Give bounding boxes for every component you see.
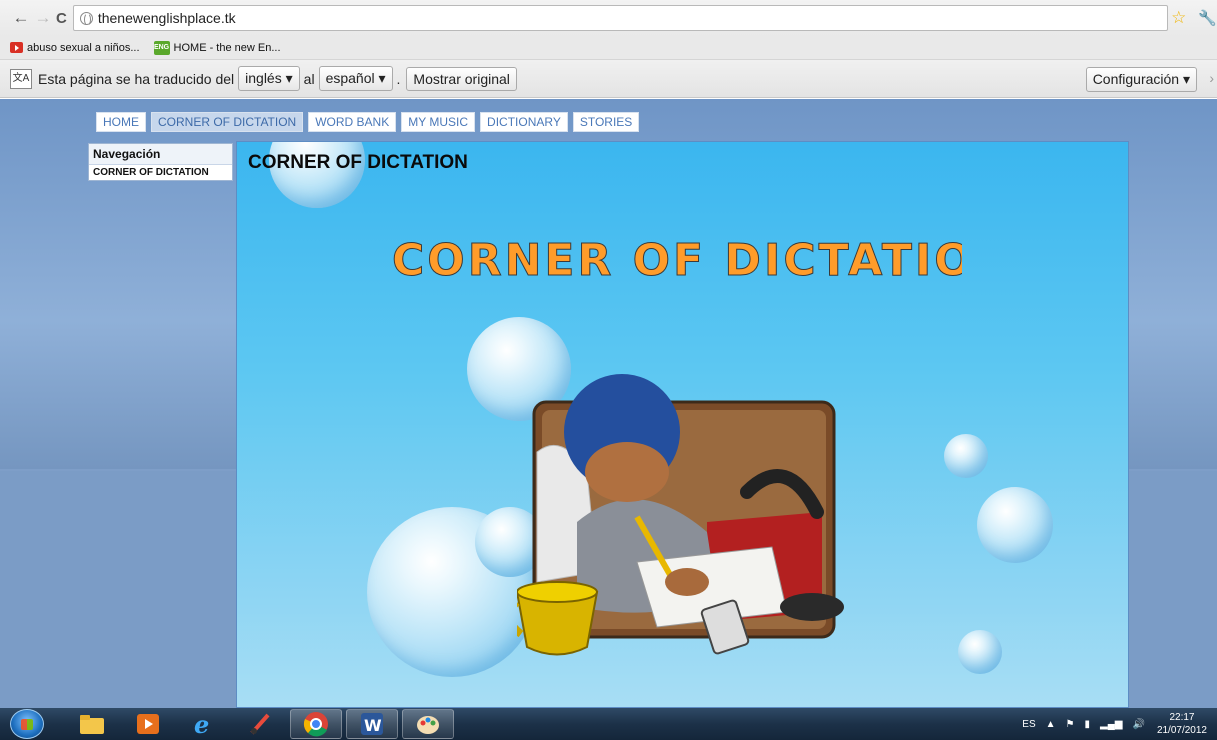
bookmark-item[interactable]: ENG HOME - the new En...	[153, 40, 281, 55]
word-icon[interactable]: W	[346, 709, 398, 739]
bookmark-item[interactable]: abuso sexual a niños...	[10, 42, 140, 54]
settings-dropdown[interactable]: Configuración ▾	[1085, 67, 1197, 92]
start-button[interactable]	[10, 709, 44, 739]
close-icon[interactable]: ›	[1209, 70, 1214, 86]
media-player-icon[interactable]	[122, 709, 174, 739]
content-panel: CORNER OF DICTATION CORNER OF DICTATION	[236, 141, 1129, 708]
site-favicon-icon: ENG	[153, 40, 170, 55]
bookmark-label: abuso sexual a niños...	[27, 41, 140, 54]
volume-icon[interactable]: 🔊	[1132, 719, 1144, 730]
paint-tool-icon[interactable]	[234, 709, 286, 739]
show-hidden-icons-icon[interactable]: ▲	[1046, 719, 1056, 730]
clock-date: 21/07/2012	[1156, 725, 1207, 736]
bubble-decoration	[977, 487, 1053, 563]
sidebar-navigation: Navegación CORNER OF DICTATION	[88, 143, 233, 181]
translate-bar: 文A Esta página se ha traducido del inglé…	[0, 60, 1217, 98]
bubble-decoration	[958, 630, 1002, 674]
browser-toolbar: ← → C thenewenglishplace.tk ☆ 🔧	[0, 0, 1217, 36]
system-tray: ES ▲ ⚑ ▮ ▂▄▆ 🔊 22:17 21/07/2012	[1012, 708, 1207, 740]
back-icon[interactable]: ←	[10, 8, 32, 28]
paint-icon[interactable]	[402, 709, 454, 739]
bubble-decoration	[944, 434, 988, 478]
nav-word-bank[interactable]: WORD BANK	[308, 112, 397, 132]
sidebar-heading: Navegación	[89, 144, 232, 165]
translate-message: Esta página se ha traducido del	[38, 70, 235, 87]
nav-stories[interactable]: STORIES	[572, 112, 640, 132]
decorative-title-text: CORNER OF DICTATION	[392, 235, 962, 286]
wrench-icon[interactable]: 🔧	[1198, 9, 1217, 27]
translate-connector: al	[303, 70, 315, 87]
action-center-icon[interactable]: ⚑	[1066, 719, 1075, 730]
chrome-icon[interactable]	[290, 709, 342, 739]
target-language-select[interactable]: español ▾	[318, 66, 393, 91]
nav-home[interactable]: HOME	[96, 112, 146, 132]
nav-corner-of-dictation[interactable]: CORNER OF DICTATION	[151, 112, 304, 132]
reload-icon[interactable]: C	[56, 10, 67, 27]
page-title: CORNER OF DICTATION	[248, 152, 468, 173]
url-text: thenewenglishplace.tk	[97, 10, 236, 26]
bookmark-label: HOME - the new En...	[173, 41, 281, 54]
forward-icon[interactable]: →	[32, 8, 54, 28]
taskbar: e W ES ▲ ⚑ ▮ ▂▄▆ 🔊 22:17 21/07/2012	[0, 708, 1217, 740]
clock[interactable]: 22:17 21/07/2012	[1157, 711, 1207, 737]
source-language-select[interactable]: inglés ▾	[238, 66, 300, 91]
nav-my-music[interactable]: MY MUSIC	[401, 112, 476, 132]
site-top-nav: HOME CORNER OF DICTATION WORD BANK MY MU…	[96, 112, 644, 132]
power-icon[interactable]: ▮	[1085, 719, 1091, 730]
bookmarks-bar: abuso sexual a niños... ENG HOME - the n…	[0, 36, 1217, 60]
student-writing-illustration	[517, 374, 844, 656]
svg-text:W: W	[364, 716, 382, 735]
translate-dot: .	[396, 70, 401, 87]
internet-explorer-icon[interactable]: e	[178, 709, 230, 739]
explorer-icon[interactable]	[66, 709, 118, 739]
address-bar[interactable]: thenewenglishplace.tk	[72, 5, 1168, 31]
youtube-icon	[10, 42, 23, 53]
sidebar-item-corner-of-dictation[interactable]: CORNER OF DICTATION	[89, 165, 232, 180]
web-page: HOME CORNER OF DICTATION WORD BANK MY MU…	[0, 99, 1217, 708]
globe-icon	[79, 11, 93, 26]
svg-text:e: e	[194, 711, 209, 737]
language-indicator[interactable]: ES	[1022, 719, 1035, 730]
bookmark-star-icon[interactable]: ☆	[1171, 8, 1186, 28]
show-original-button[interactable]: Mostrar original	[406, 66, 517, 91]
nav-dictionary[interactable]: DICTIONARY	[480, 112, 568, 132]
clock-time: 22:17	[1169, 712, 1195, 723]
decorative-title-graphic: CORNER OF DICTATION	[392, 235, 962, 287]
network-icon[interactable]: ▂▄▆	[1100, 719, 1122, 730]
translate-icon: 文A	[10, 68, 32, 89]
